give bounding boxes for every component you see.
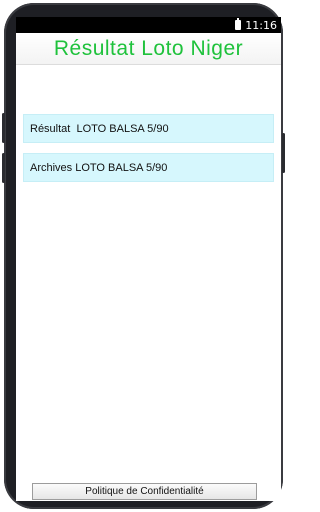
volume-up-button [2,113,5,143]
volume-down-button [2,153,5,183]
app-header: Résultat Loto Niger [16,33,281,65]
menu-item-label: Archives LOTO BALSA 5/90 [30,161,168,174]
battery-icon [235,18,242,30]
menu-item-label: Résultat LOTO BALSA 5/90 [30,122,169,135]
status-time: 11:16 [245,18,277,32]
app-screen: 11:16 Résultat Loto Niger Résultat LOTO … [16,17,281,501]
status-bar: 11:16 [16,17,281,33]
menu-item-archives[interactable]: Archives LOTO BALSA 5/90 [23,153,274,182]
menu-item-resultat[interactable]: Résultat LOTO BALSA 5/90 [23,114,274,143]
privacy-policy-button[interactable]: Politique de Confidentialité [32,483,257,500]
app-title: Résultat Loto Niger [53,36,244,60]
power-button [282,133,285,173]
phone-frame: 11:16 Résultat Loto Niger Résultat LOTO … [2,3,285,509]
privacy-policy-label: Politique de Confidentialité [85,486,204,497]
